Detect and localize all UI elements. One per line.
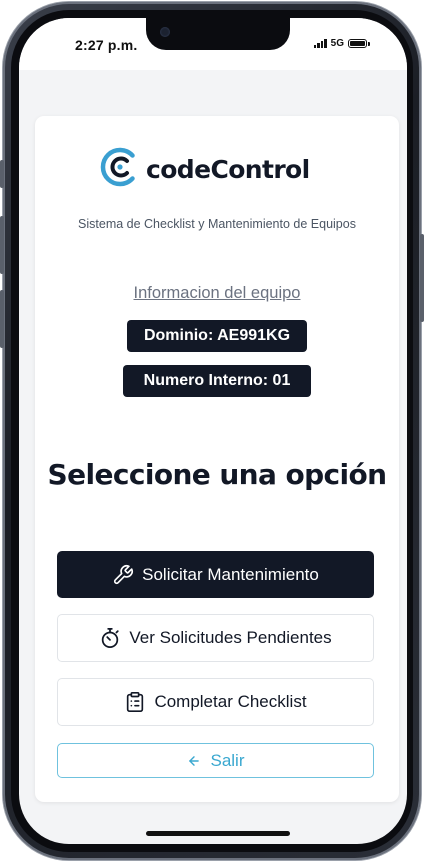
request-maintenance-button[interactable]: Solicitar Mantenimiento [57, 551, 374, 598]
arrow-left-icon [186, 750, 202, 772]
screen: 2:27 p.m. 5G codeControl Sistema de Chec… [19, 18, 407, 844]
code-c-logo-icon [99, 146, 141, 192]
brand-name: codeControl [146, 154, 310, 184]
exit-button[interactable]: Salir [57, 743, 374, 778]
request-maintenance-label: Solicitar Mantenimiento [142, 564, 319, 584]
status-time: 2:27 p.m. [75, 37, 138, 53]
equipment-info-link[interactable]: Informacion del equipo [35, 284, 399, 303]
wrench-icon [112, 564, 134, 586]
app-subtitle: Sistema de Checklist y Mantenimiento de … [78, 217, 356, 231]
status-indicators: 5G [313, 38, 370, 49]
complete-checklist-button[interactable]: Completar Checklist [57, 678, 374, 726]
volume-down-button [0, 290, 4, 348]
network-type: 5G [330, 38, 344, 49]
signal-icon [313, 39, 327, 48]
pending-requests-button[interactable]: Ver Solicitudes Pendientes [57, 614, 374, 662]
numero-interno-badge: Numero Interno: 01 [123, 365, 311, 397]
notch [146, 18, 290, 50]
volume-up-button [0, 216, 4, 274]
camera-icon [160, 27, 170, 37]
exit-label: Salir [210, 750, 245, 770]
power-button [420, 234, 424, 322]
page-heading: Seleccione una opción [47, 458, 388, 491]
home-indicator[interactable] [146, 831, 290, 836]
status-bar: 2:27 p.m. 5G [19, 18, 407, 70]
complete-checklist-label: Completar Checklist [154, 692, 307, 711]
battery-icon [348, 39, 370, 48]
main-card: codeControl Sistema de Checklist y Mante… [35, 116, 399, 802]
dominio-badge: Dominio: AE991KG [127, 320, 307, 352]
brand-logo: codeControl [99, 146, 310, 192]
stopwatch-icon [99, 627, 121, 649]
clipboard-list-icon [124, 691, 146, 713]
phone-frame: 2:27 p.m. 5G codeControl Sistema de Chec… [0, 2, 424, 860]
silent-switch [0, 160, 4, 188]
pending-requests-label: Ver Solicitudes Pendientes [129, 628, 332, 647]
